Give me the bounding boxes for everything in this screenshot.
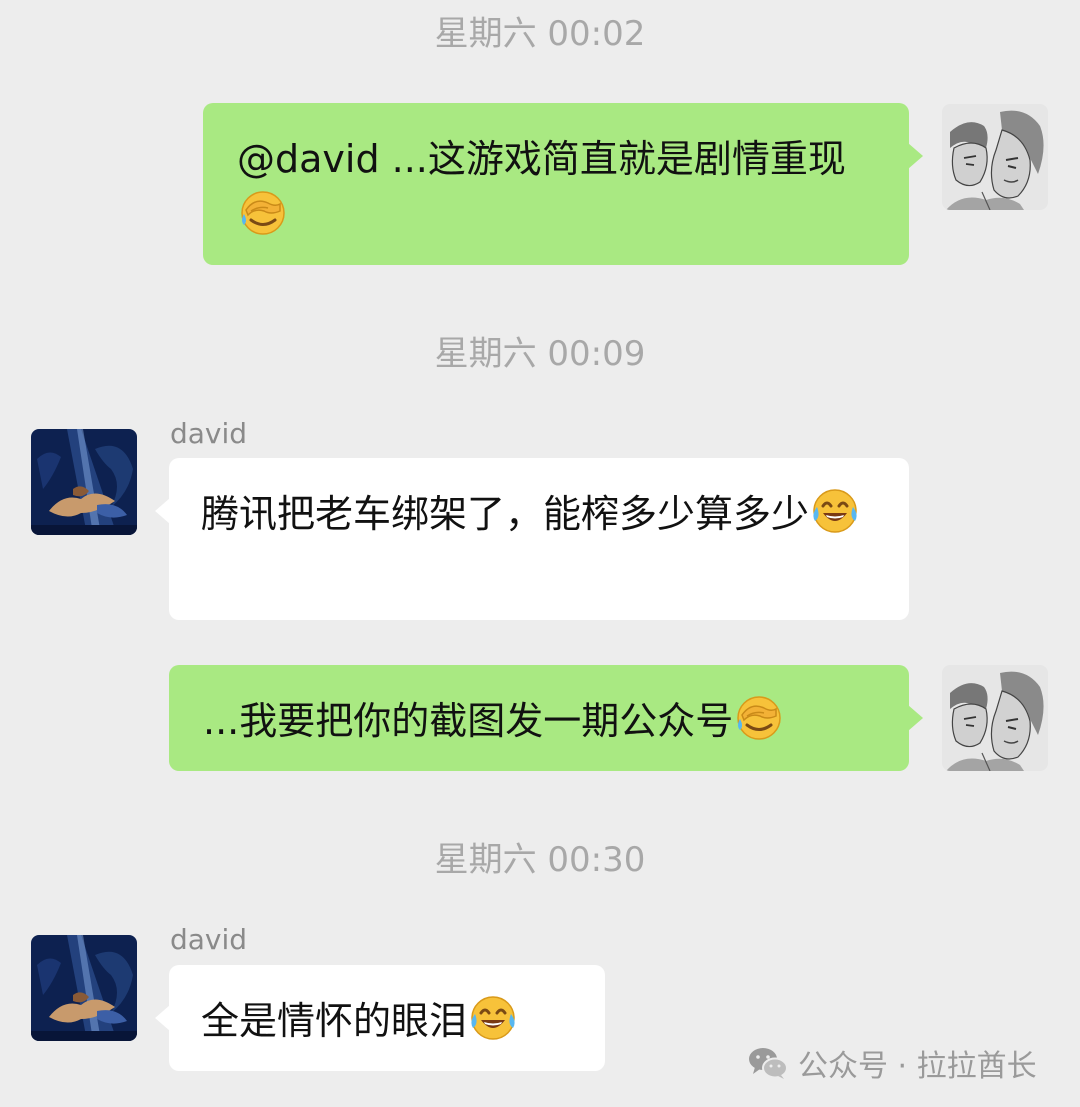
my-avatar[interactable] xyxy=(942,104,1048,210)
incoming-message-bubble[interactable]: 全是情怀的眼泪 xyxy=(155,965,605,1071)
outgoing-message-bubble[interactable]: @david ...这游戏简直就是剧情重现 xyxy=(203,103,923,265)
facepalm-emoji-icon xyxy=(735,694,783,742)
timestamp: 星期六 00:02 xyxy=(434,14,646,54)
incoming-message-bubble[interactable]: 腾讯把老车绑架了，能榨多少算多少 xyxy=(155,458,909,620)
timestamp: 星期六 00:30 xyxy=(434,840,646,880)
timestamp: 星期六 00:09 xyxy=(434,334,646,374)
david-avatar[interactable] xyxy=(31,935,137,1041)
watermark: 公众号 · 拉拉酋长 xyxy=(748,1040,1037,1086)
outgoing-message-bubble[interactable]: ...我要把你的截图发一期公众号 xyxy=(169,665,923,771)
wechat-logo-icon xyxy=(748,1046,788,1080)
david-avatar[interactable] xyxy=(31,429,137,535)
tears-of-joy-emoji-icon xyxy=(811,487,859,535)
tears-of-joy-emoji-icon xyxy=(469,994,517,1042)
sender-name: david xyxy=(170,923,248,956)
message-text: ...我要把你的截图发一期公众号 xyxy=(203,699,734,743)
watermark-label: 公众号 · 拉拉酋长 xyxy=(798,1049,1037,1084)
message-text: 全是情怀的眼泪 xyxy=(201,999,468,1043)
message-text: 腾讯把老车绑架了，能榨多少算多少 xyxy=(201,492,810,536)
my-avatar[interactable] xyxy=(942,665,1048,771)
facepalm-emoji-icon xyxy=(239,189,287,237)
message-text: @david ...这游戏简直就是剧情重现 xyxy=(237,137,846,181)
sender-name: david xyxy=(170,417,248,450)
